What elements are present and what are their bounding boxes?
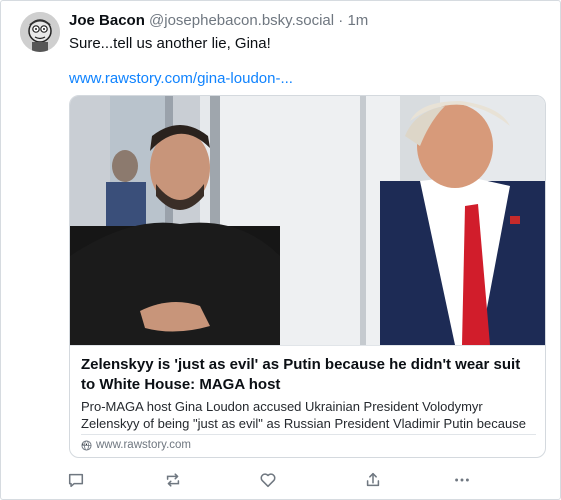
card-thumbnail-image xyxy=(70,96,545,345)
post-action-bar xyxy=(0,470,561,490)
display-name[interactable]: Joe Bacon xyxy=(69,12,145,29)
card-body: Zelenskyy is 'just as evil' as Putin bec… xyxy=(70,345,545,457)
share-upload-icon[interactable] xyxy=(363,470,383,490)
avatar-cartoon-image xyxy=(20,12,60,52)
card-title[interactable]: Zelenskyy is 'just as evil' as Putin bec… xyxy=(81,355,536,395)
post-header: Joe Bacon @josephebacon.bsky.social · 1m xyxy=(69,11,368,31)
globe-icon xyxy=(81,439,92,451)
user-handle[interactable]: @josephebacon.bsky.social xyxy=(149,12,334,29)
separator-dot: · xyxy=(338,12,344,29)
card-domain-text: www.rawstory.com xyxy=(96,439,191,451)
repost-arrows-icon[interactable] xyxy=(163,470,183,490)
card-domain: www.rawstory.com xyxy=(81,438,191,452)
card-divider xyxy=(81,434,536,435)
avatar[interactable] xyxy=(20,12,60,52)
post-text: Sure...tell us another lie, Gina! xyxy=(69,35,271,52)
post-timestamp[interactable]: 1m xyxy=(347,12,368,29)
heart-icon[interactable] xyxy=(258,470,278,490)
ellipsis-icon[interactable] xyxy=(452,470,472,490)
link-preview-card[interactable]: Zelenskyy is 'just as evil' as Putin bec… xyxy=(69,95,546,458)
post-link[interactable]: www.rawstory.com/gina-loudon-... xyxy=(69,69,293,89)
speech-bubble-icon[interactable] xyxy=(66,470,86,490)
